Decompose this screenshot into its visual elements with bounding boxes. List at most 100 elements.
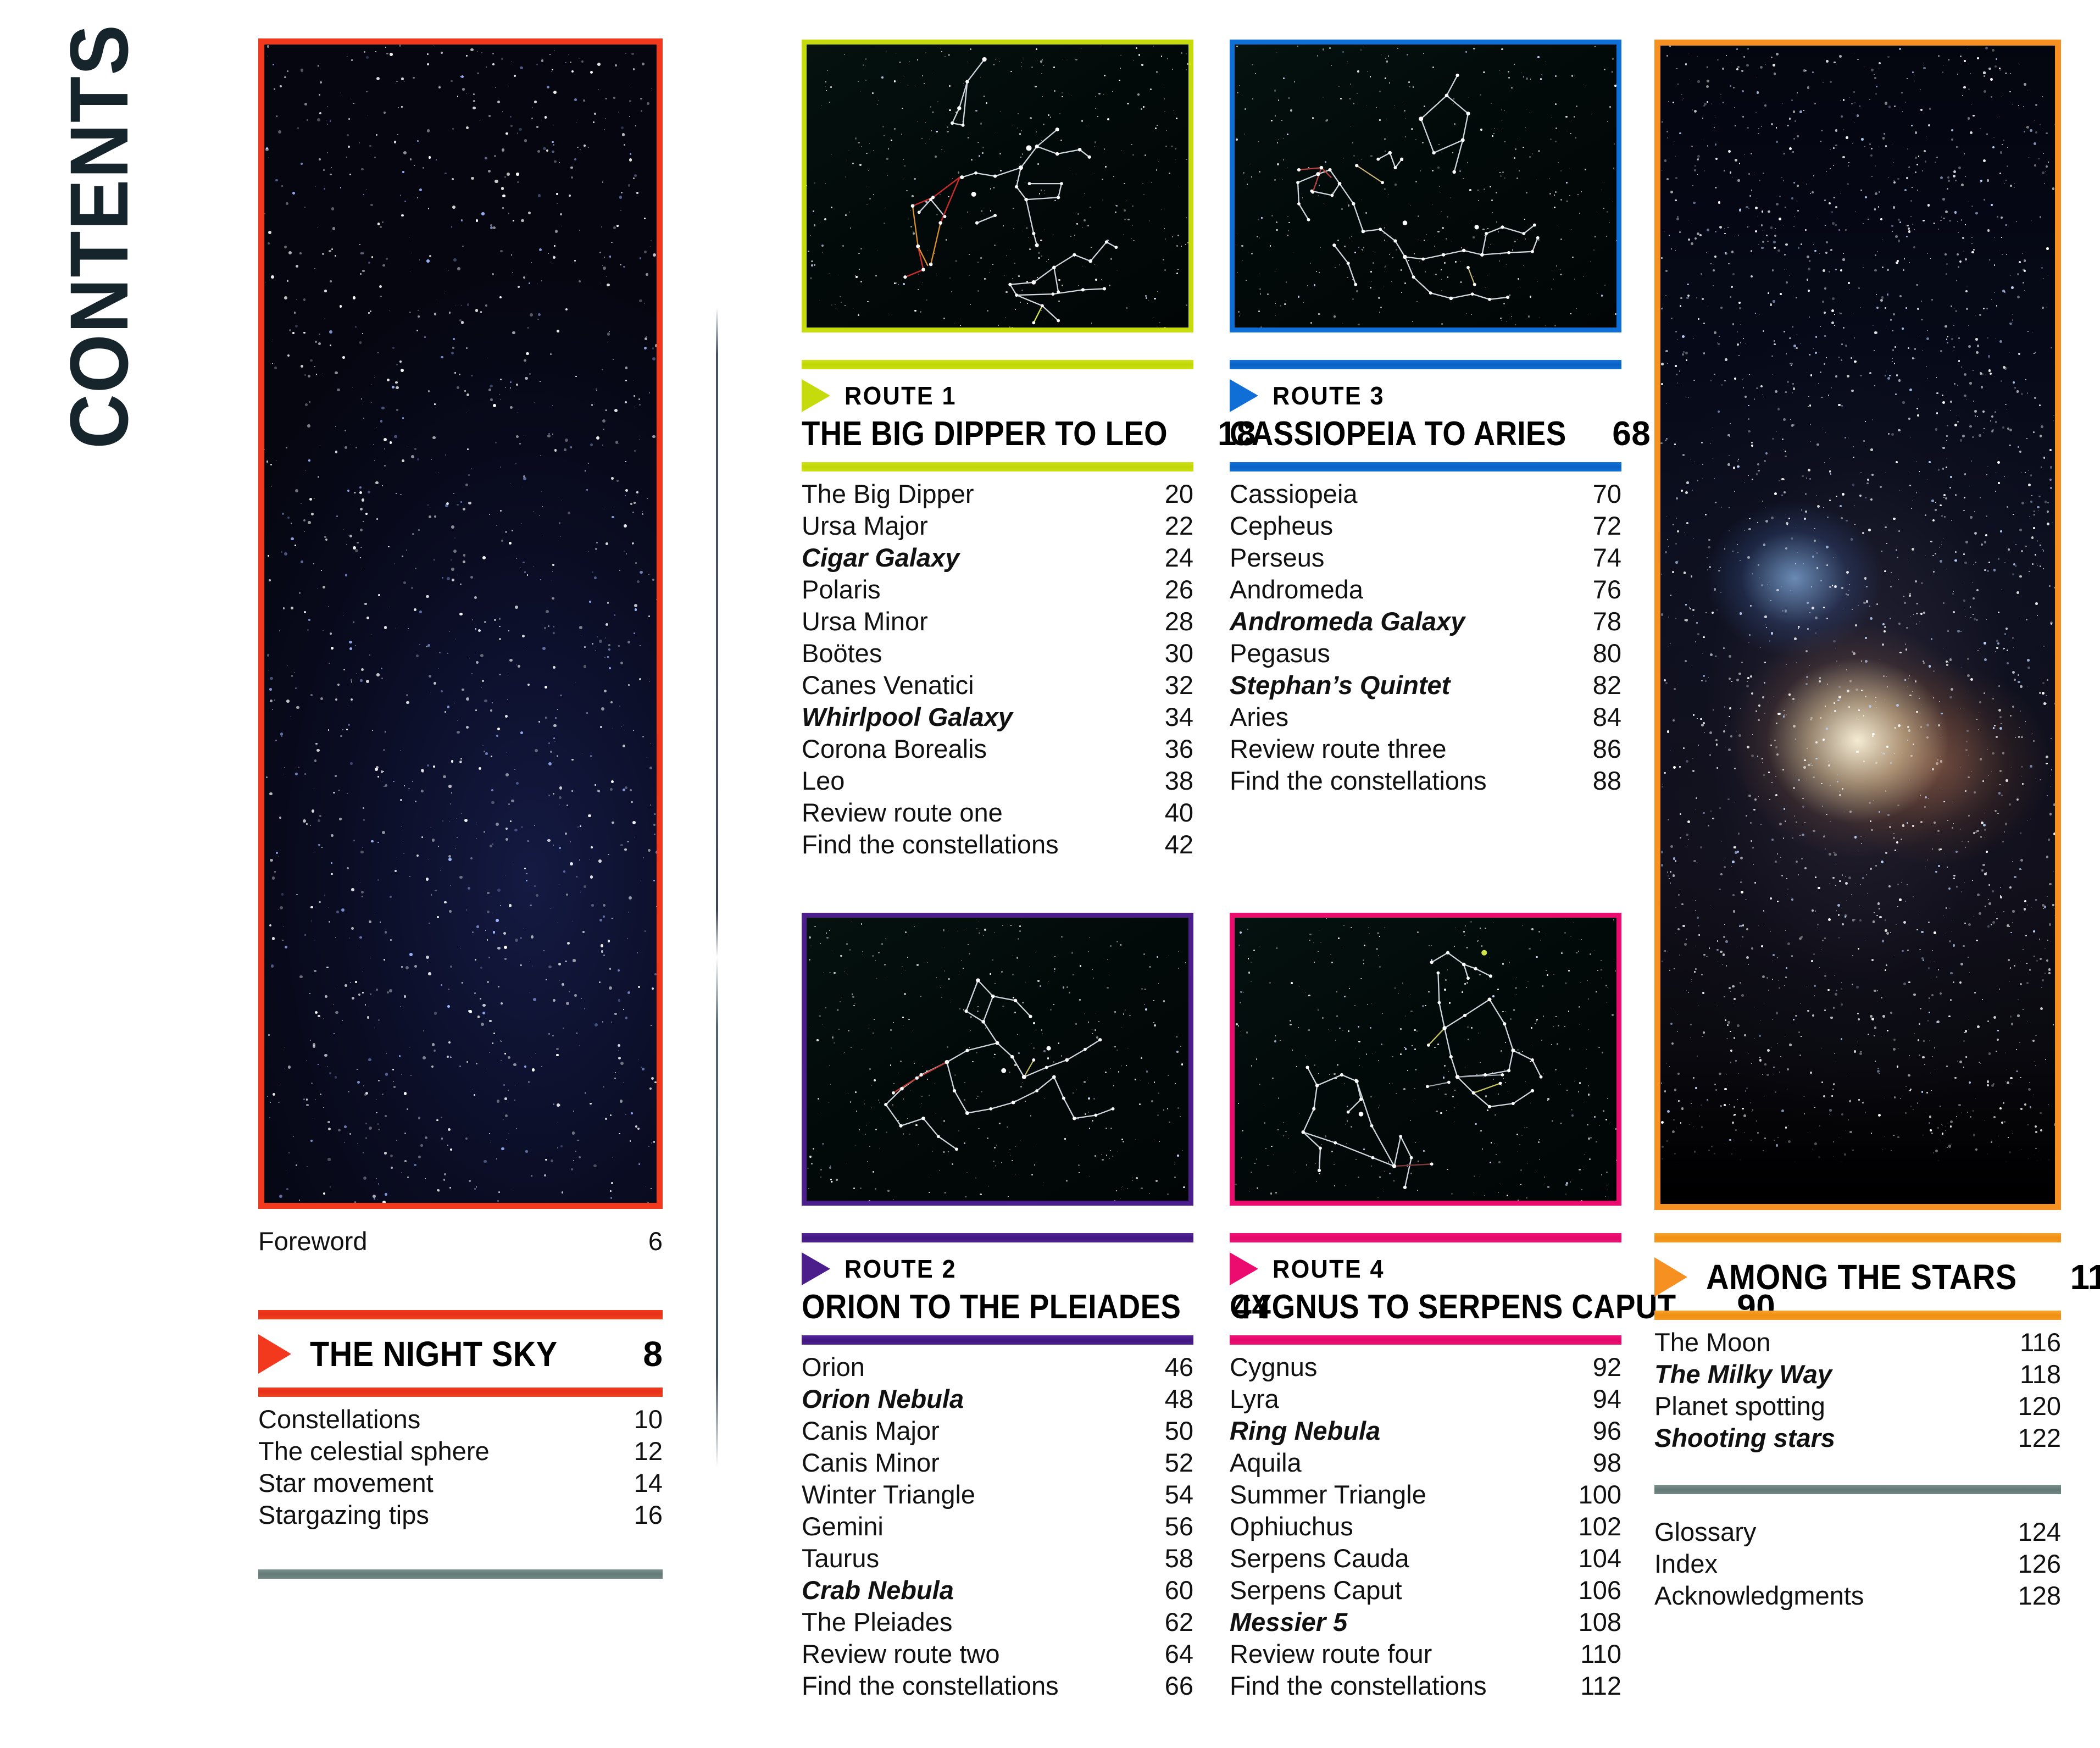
toc-entry[interactable]: Find the constellations 66 [802,1670,1193,1702]
toc-entry[interactable]: The Moon 116 [1654,1327,2061,1358]
toc-entry[interactable]: Corona Borealis 36 [802,733,1193,765]
toc-entry[interactable]: Find the constellations 88 [1230,765,1621,797]
toc-entry[interactable]: Glossary 124 [1654,1516,2061,1548]
route-header[interactable]: ROUTE 3 CASSIOPEIA TO ARIES 68 [1230,369,1651,462]
toc-entry[interactable]: Perseus 74 [1230,542,1621,574]
entry-label: The Moon [1654,1328,1771,1357]
toc-entry[interactable]: Cigar Galaxy 24 [802,542,1193,574]
toc-entry[interactable]: Gemini 56 [802,1511,1193,1542]
toc-entry[interactable]: Messier 5 108 [1230,1606,1621,1638]
entry-label: Ring Nebula [1230,1416,1381,1445]
toc-entry[interactable]: Review route two 64 [802,1638,1193,1670]
entry-page: 82 [1592,670,1621,700]
toc-entry[interactable]: The Pleiades 62 [802,1606,1193,1638]
entry-label: Canis Minor [802,1448,940,1477]
toc-entry[interactable]: Summer Triangle 100 [1230,1479,1621,1511]
toc-entry[interactable]: Serpens Cauda 104 [1230,1542,1621,1574]
section-header-among-the-stars[interactable]: AMONG THE STARS 114 [1654,1242,2100,1311]
section-rule-bottom [1654,1311,2061,1320]
toc-entry[interactable]: Ophiuchus 102 [1230,1511,1621,1542]
toc-entry[interactable]: Find the constellations 42 [802,829,1193,861]
toc-entry[interactable]: Canis Major 50 [802,1415,1193,1447]
toc-entry[interactable]: Boötes 30 [802,637,1193,669]
toc-entry[interactable]: Crab Nebula 60 [802,1574,1193,1606]
toc-entry[interactable]: Ursa Major 22 [802,510,1193,542]
route-2-star-map [802,913,1193,1206]
toc-entry[interactable]: Orion 46 [802,1351,1193,1383]
entry-page: 74 [1592,543,1621,572]
toc-entry[interactable]: Planet spotting 120 [1654,1390,2061,1422]
toc-entry-foreword[interactable]: Foreword 6 [258,1225,663,1257]
footer-rule [258,1569,663,1579]
route-header[interactable]: ROUTE 1 THE BIG DIPPER TO LEO 18 [802,369,1255,462]
entry-label: Star movement [258,1468,434,1497]
entry-label: Pegasus [1230,639,1330,668]
entry-page: 104 [1578,1544,1621,1573]
toc-entry-list: Constellations 10 The celestial sphere 12 St… [258,1397,663,1531]
entry-label: Find the constellations [802,830,1059,859]
toc-entry[interactable]: Stargazing tips 16 [258,1499,663,1531]
entry-page: 20 [1164,479,1193,508]
toc-entry[interactable]: Serpens Caput 106 [1230,1574,1621,1606]
constellation-lines [884,978,1115,1151]
toc-entry[interactable]: Polaris 26 [802,574,1193,606]
entry-page: 6 [648,1227,663,1256]
route-title: ORION TO THE PLEIADES [802,1288,1181,1326]
entry-page: 58 [1164,1544,1193,1573]
toc-entry[interactable]: The Big Dipper 20 [802,478,1193,510]
entry-page: 120 [2018,1391,2061,1420]
route-kicker-label: ROUTE 2 [845,1255,957,1283]
toc-entry[interactable]: Orion Nebula 48 [802,1383,1193,1415]
entry-page: 48 [1164,1384,1193,1413]
toc-entry[interactable]: Find the constellations 112 [1230,1670,1621,1702]
section-header-night-sky[interactable]: THE NIGHT SKY 8 [258,1319,663,1388]
toc-entry[interactable]: Cassiopeia 70 [1230,478,1621,510]
route-title: THE BIG DIPPER TO LEO [802,415,1168,453]
entry-label: Summer Triangle [1230,1480,1426,1509]
route-3-column: ROUTE 3 CASSIOPEIA TO ARIES 68 Cassiopeia 70… [1230,360,1651,797]
entry-page: 118 [2020,1359,2061,1389]
night-sky-photo [258,38,663,1209]
toc-entry[interactable]: Canes Venatici 32 [802,669,1193,701]
toc-entry[interactable]: Star movement 14 [258,1467,663,1499]
toc-entry[interactable]: Ring Nebula 96 [1230,1415,1621,1447]
back-matter-rule [1654,1485,2061,1494]
entry-page: 50 [1164,1416,1193,1445]
toc-entry[interactable]: Andromeda 76 [1230,574,1621,606]
toc-entry[interactable]: Shooting stars 122 [1654,1422,2061,1454]
route-1-column: ROUTE 1 THE BIG DIPPER TO LEO 18 The Big Di… [802,360,1255,861]
entry-label: Glossary [1654,1517,1757,1546]
entry-page: 10 [634,1405,663,1434]
toc-entry[interactable]: Pegasus 80 [1230,637,1621,669]
entry-page: 70 [1592,479,1621,508]
toc-entry[interactable]: Andromeda Galaxy 78 [1230,606,1621,637]
toc-entry[interactable]: Constellations 10 [258,1403,663,1435]
entry-page: 110 [1580,1639,1621,1668]
entry-page: 78 [1592,607,1621,636]
toc-entry[interactable]: Lyra 94 [1230,1383,1621,1415]
entry-label: Polaris [802,575,881,604]
toc-entry[interactable]: Stephan’s Quintet 82 [1230,669,1621,701]
section-rule-top [1654,1233,2061,1242]
toc-entry[interactable]: Cepheus 72 [1230,510,1621,542]
toc-entry[interactable]: Aquila 98 [1230,1447,1621,1479]
toc-entry[interactable]: Review route four 110 [1230,1638,1621,1670]
toc-entry[interactable]: Acknowledgments 128 [1654,1580,2061,1612]
toc-entry[interactable]: Taurus 58 [802,1542,1193,1574]
route-header[interactable]: ROUTE 4 CYGNUS TO SERPENS CAPUT 90 [1230,1242,1775,1335]
toc-entry[interactable]: The celestial sphere 12 [258,1435,663,1467]
toc-entry[interactable]: Cygnus 92 [1230,1351,1621,1383]
toc-entry[interactable]: Whirlpool Galaxy 34 [802,701,1193,733]
toc-entry[interactable]: Review route one 40 [802,797,1193,829]
toc-entry[interactable]: Index 126 [1654,1548,2061,1580]
toc-entry[interactable]: Ursa Minor 28 [802,606,1193,637]
toc-entry[interactable]: Winter Triangle 54 [802,1479,1193,1511]
route-header[interactable]: ROUTE 2 ORION TO THE PLEIADES 44 [802,1242,1271,1335]
entry-label: Whirlpool Galaxy [802,702,1013,731]
toc-entry[interactable]: Canis Minor 52 [802,1447,1193,1479]
toc-entry[interactable]: Leo 38 [802,765,1193,797]
toc-entry[interactable]: Review route three 86 [1230,733,1621,765]
toc-entry[interactable]: Aries 84 [1230,701,1621,733]
route-rule-top [1230,1233,1621,1242]
toc-entry[interactable]: The Milky Way 118 [1654,1358,2061,1390]
